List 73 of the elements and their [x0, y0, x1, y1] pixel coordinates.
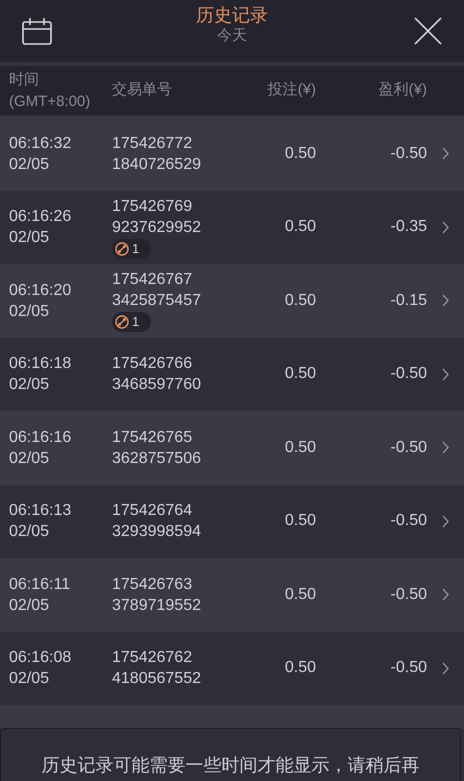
order-number: 3468597760: [112, 375, 201, 396]
order-number: 175426765: [112, 428, 192, 448]
profit-amount: -0.50: [390, 658, 427, 678]
order-number: 175426763: [112, 574, 192, 595]
date-filter-label: 今天: [217, 26, 247, 46]
bet-amount: 0.50: [284, 511, 316, 532]
bet-amount: 0.50: [284, 290, 316, 311]
column-header: 投注(¥): [266, 80, 316, 100]
trade-time: 06:16:13: [9, 501, 72, 522]
order-number: 175426772: [112, 134, 192, 154]
bet-amount: 0.50: [284, 364, 316, 384]
order-number: 9237629952: [112, 218, 201, 238]
spin-icon: [115, 315, 129, 330]
chevron-right-icon: [442, 588, 449, 602]
profit-amount: -0.50: [390, 511, 427, 532]
history-row[interactable]: 06:16:32 02/05 175426772 1840726529 0.50 -0.50: [0, 117, 464, 190]
chevron-right-icon: [442, 220, 449, 234]
trade-date: 02/05: [9, 302, 50, 322]
trade-time: 06:16:32: [9, 134, 72, 154]
trade-date: 02/05: [9, 228, 50, 248]
trade-date: 02/05: [9, 596, 50, 616]
bet-amount: 0.50: [284, 438, 316, 458]
trade-date: 02/05: [9, 669, 50, 690]
free-spin-badge: 1: [112, 238, 152, 259]
bet-amount: 0.50: [284, 584, 316, 605]
order-number: 175426762: [112, 648, 192, 668]
column-header: 交易单号: [112, 80, 173, 100]
history-row[interactable]: 06:16:11 02/05 175426763 3789719552 0.50 -0.50: [0, 558, 464, 632]
order-number: 3789719552: [112, 596, 201, 616]
bet-amount: 0.50: [284, 217, 316, 238]
close-icon[interactable]: [414, 17, 442, 45]
bet-amount: 0.50: [284, 144, 316, 164]
trade-time: 06:16:26: [9, 207, 72, 228]
chevron-right-icon: [442, 662, 449, 675]
order-number: 175426769: [112, 196, 192, 217]
trade-time: 06:16:18: [9, 354, 72, 374]
profit-amount: -0.50: [390, 364, 427, 384]
order-number: 175426764: [112, 501, 192, 522]
profit-amount: -0.35: [390, 217, 427, 238]
history-row[interactable]: 06:16:16 02/05 175426765 3628757506 0.50 -0.50: [0, 411, 464, 484]
trade-date: 02/05: [9, 522, 50, 542]
history-row[interactable]: 06:16:20 02/05 175426767 3425875457 1 0.50 -0.15: [0, 264, 464, 338]
toast-message: 历史记录可能需要一些时间才能显示，请稍后再: [42, 754, 420, 777]
column-header: 盈利(¥): [378, 80, 427, 100]
order-number: 175426766: [112, 354, 192, 374]
page-title: 历史记录: [196, 4, 268, 26]
order-number: 3425875457: [112, 291, 201, 312]
trade-time: 06:16:16: [9, 428, 72, 448]
trade-date: 02/05: [9, 375, 50, 396]
chevron-right-icon: [442, 441, 449, 454]
order-number: 3628757506: [112, 448, 201, 469]
chevron-right-icon: [442, 514, 449, 528]
trade-date: 02/05: [9, 448, 50, 469]
profit-amount: -0.50: [390, 144, 427, 164]
calendar-icon[interactable]: [22, 17, 52, 45]
bet-amount: 0.50: [284, 658, 316, 678]
free-spin-badge: 1: [112, 312, 152, 332]
order-number: 4180567552: [112, 669, 201, 690]
trade-date: 02/05: [9, 154, 50, 175]
trade-time: 06:16:08: [9, 648, 72, 668]
order-number: 3293998594: [112, 522, 201, 542]
trade-time: 06:16:11: [9, 574, 72, 595]
spin-icon: [115, 242, 129, 256]
column-header: 时间 (GMT+8:00): [8, 70, 92, 112]
order-number: 175426767: [112, 270, 192, 290]
trade-time: 06:16:20: [9, 280, 72, 301]
chevron-right-icon: [442, 368, 449, 381]
chevron-right-icon: [442, 147, 449, 160]
profit-amount: -0.15: [390, 290, 427, 311]
order-number: 1840726529: [112, 154, 201, 175]
profit-amount: -0.50: [390, 438, 427, 458]
chevron-right-icon: [442, 294, 449, 308]
profit-amount: -0.50: [390, 584, 427, 605]
